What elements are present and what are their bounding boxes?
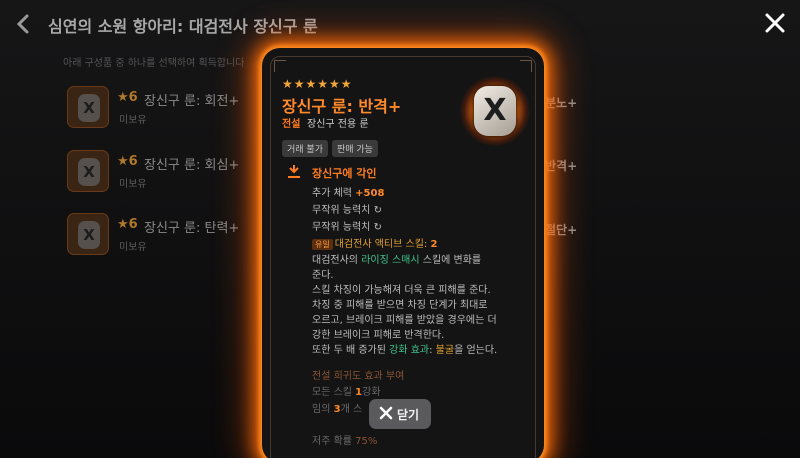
grade-label: 전설: [282, 119, 301, 130]
tag-sellable: 판매 가능: [331, 140, 378, 157]
item-star-level: ★6: [117, 90, 138, 105]
frame-corner: [274, 60, 286, 72]
skill-label: 대검전사 액티브 스킬:: [334, 239, 428, 250]
top-bar: 심연의 소원 항아리: 대검전사 장신구 룬: [0, 0, 800, 48]
rarity-title: 전설 희귀도 효과 부여: [312, 371, 405, 382]
stat-line: 추가 체력 +508: [312, 184, 384, 199]
description-line: 또한 두 배 증가된 강화 효과: 불굴을 얻는다.: [312, 341, 497, 356]
item-star-level: ★6: [117, 154, 138, 169]
stat-label: 추가 체력: [312, 188, 352, 199]
page-subtitle: 아래 구성품 중 하나를 선택하여 획득합니다: [63, 58, 245, 69]
curse-label: 저주 확률: [312, 436, 352, 447]
rarity-line: 임의 3개 스: [312, 400, 362, 415]
unique-badge: 유일: [312, 239, 333, 250]
right-item-label[interactable]: 분노+: [545, 94, 577, 111]
card-title: 장신구 룬: 반격+: [282, 97, 402, 116]
curse-value: 75%: [355, 436, 378, 447]
stat-value: +508: [355, 188, 385, 199]
item-detail-card: ★★★★★★ 장신구 룬: 반격+ 전설 장신구 전용 룬 X 거래 불가 판매 …: [262, 48, 544, 458]
close-button[interactable]: 닫기: [369, 399, 431, 429]
description-line: 준다.: [312, 270, 334, 281]
refresh-icon: ↻: [373, 205, 382, 216]
rune-icon: X: [460, 76, 530, 146]
tag-untradable: 거래 불가: [282, 140, 328, 157]
desc-text: 을 얻는다.: [454, 345, 498, 356]
back-arrow-icon[interactable]: [14, 12, 32, 36]
close-button-label: 닫기: [397, 408, 420, 422]
item-owned-status: 미보유: [119, 179, 147, 190]
rune-item-icon: X: [67, 86, 109, 128]
right-item-label[interactable]: 반격+: [545, 157, 577, 174]
page-title: 심연의 소원 항아리: 대검전사 장신구 룬: [48, 17, 318, 36]
desc-text: 대검전사의: [312, 255, 362, 266]
item-owned-status: 미보유: [119, 115, 147, 126]
rune-item-icon: X: [67, 150, 109, 192]
section-title: 장신구에 각인: [312, 167, 377, 180]
description-line: 스킬 차징이 가능해져 더욱 큰 피해를 준다.: [312, 285, 491, 296]
close-icon: [379, 406, 393, 420]
effect-name: 강화 효과: [389, 345, 430, 356]
desc-text: 스킬에 변화를: [419, 255, 482, 266]
close-icon[interactable]: [764, 12, 786, 34]
curse-line: 저주 확률 75%: [312, 432, 377, 447]
card-stars: ★★★★★★: [282, 77, 353, 91]
item-owned-status: 미보유: [119, 242, 147, 253]
description-line: 오르고, 브레이크 피해를 받았을 경우에는 더: [312, 315, 497, 326]
engrave-download-icon: [288, 165, 300, 178]
desc-text: 강화: [362, 387, 381, 398]
description-line: 대검전사의 라이징 스매시 스킬에 변화를: [312, 251, 481, 266]
desc-text: 개 스: [340, 404, 363, 415]
desc-text: 모든 스킬: [312, 387, 356, 398]
item-star-level: ★6: [117, 217, 138, 232]
random-stat-line: 무작위 능력치 ↻: [312, 218, 382, 233]
skill-name: 라이징 스매시: [361, 255, 420, 266]
item-name: 장신구 룬: 탄력+: [144, 221, 240, 236]
right-item-label[interactable]: 절단+: [545, 221, 577, 238]
desc-text: 또한 두 배 증가된: [312, 345, 390, 356]
random-stat-label: 무작위 능력치: [312, 222, 371, 233]
description-line: 강한 브레이크 피해로 반격한다.: [312, 330, 445, 341]
frame-corner: [520, 60, 532, 72]
rarity-value: 3: [333, 404, 341, 415]
random-stat-line: 무작위 능력치 ↻: [312, 201, 382, 216]
item-name: 장신구 룬: 회심+: [144, 158, 240, 173]
rarity-line: 모든 스킬 1강화: [312, 383, 381, 398]
skill-line: 유일 대검전사 액티브 스킬: 2: [312, 235, 437, 250]
item-name: 장신구 룬: 회전+: [144, 94, 240, 109]
item-subtype: 장신구 전용 룬: [307, 119, 369, 130]
desc-text: 임의: [312, 404, 334, 415]
buff-name: 불굴: [435, 345, 455, 356]
refresh-icon: ↻: [373, 222, 382, 233]
rune-item-icon: X: [67, 213, 109, 255]
random-stat-label: 무작위 능력치: [312, 205, 371, 216]
skill-level: 2: [430, 239, 438, 250]
description-line: 차징 중 피해를 받으면 차징 단계가 최대로: [312, 300, 488, 311]
tag-row: 거래 불가 판매 가능: [282, 137, 382, 157]
